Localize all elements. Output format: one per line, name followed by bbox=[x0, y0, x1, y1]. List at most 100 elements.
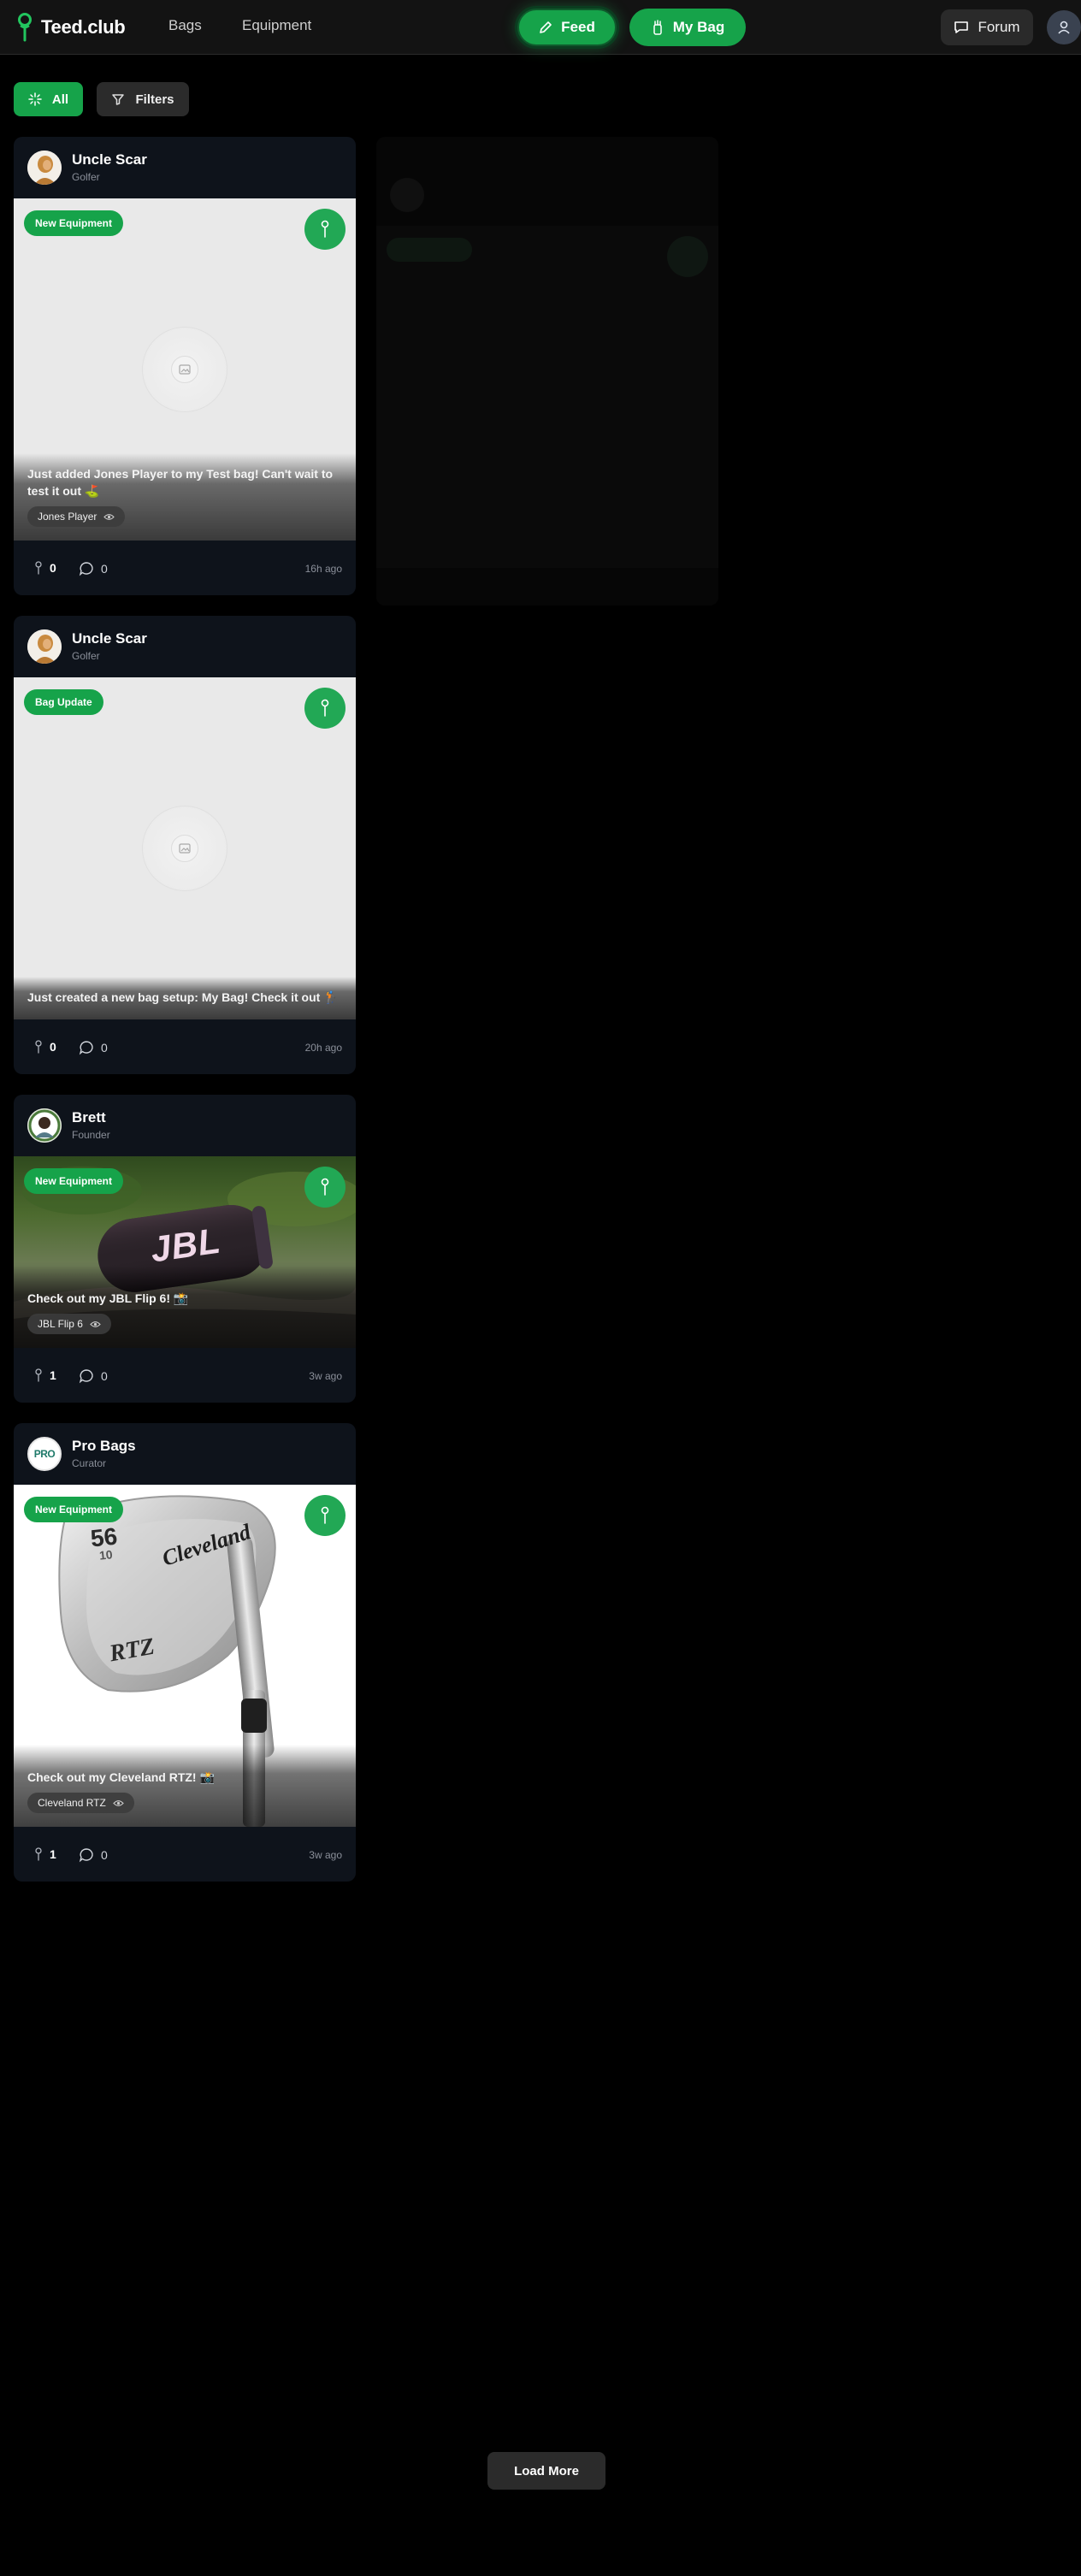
equipment-tag[interactable]: Cleveland RTZ bbox=[27, 1793, 134, 1813]
post-caption: Check out my Cleveland RTZ! 📸 bbox=[27, 1770, 215, 1784]
feed-post-card[interactable]: PRO Pro Bags Curator 56 10 Cleveland RTZ… bbox=[14, 1423, 356, 1882]
equipment-tag[interactable]: JBL Flip 6 bbox=[27, 1314, 111, 1334]
sparkle-icon bbox=[28, 92, 42, 106]
post-media[interactable]: New Equipment Just added Jones Player to… bbox=[14, 198, 356, 541]
equipment-tag-label: Cleveland RTZ bbox=[38, 1797, 106, 1809]
post-caption: Check out my JBL Flip 6! 📸 bbox=[27, 1291, 189, 1305]
post-footer: 0 0 16h ago bbox=[14, 541, 356, 595]
comment-count[interactable]: 0 bbox=[79, 561, 108, 576]
comment-icon bbox=[79, 1848, 93, 1863]
feed-post-card[interactable]: Brett Founder JBL New Equipment Check ou… bbox=[14, 1095, 356, 1403]
golf-tee-icon bbox=[35, 561, 42, 575]
equipment-tag-label: Jones Player bbox=[38, 511, 97, 523]
post-type-badge: New Equipment bbox=[24, 210, 124, 236]
avatar[interactable] bbox=[27, 629, 62, 664]
post-timestamp: 3w ago bbox=[309, 1849, 342, 1861]
post-caption-overlay: Just added Jones Player to my Test bag! … bbox=[14, 453, 356, 541]
post-username[interactable]: Brett bbox=[72, 1109, 106, 1126]
feed-post-card[interactable]: Uncle Scar Golfer Bag Update Just create… bbox=[14, 616, 356, 1074]
post-media[interactable]: 56 10 Cleveland RTZ New Equipment Check … bbox=[14, 1485, 356, 1827]
comment-icon bbox=[79, 1041, 93, 1055]
logo-text: Teed.club bbox=[41, 16, 126, 38]
post-timestamp: 16h ago bbox=[304, 563, 342, 575]
tee-count-value: 1 bbox=[50, 1368, 56, 1382]
post-caption: Just added Jones Player to my Test bag! … bbox=[27, 467, 334, 498]
post-type-badge: New Equipment bbox=[24, 1168, 124, 1194]
post-caption-overlay: Check out my Cleveland RTZ! 📸 Cleveland … bbox=[14, 1745, 356, 1827]
tee-count[interactable]: 0 bbox=[34, 561, 56, 575]
tee-count-value: 1 bbox=[50, 1847, 56, 1861]
feed-button-label: Feed bbox=[561, 19, 595, 35]
comment-icon bbox=[79, 562, 93, 576]
tee-count[interactable]: 0 bbox=[34, 1040, 56, 1054]
comment-count-value: 0 bbox=[101, 562, 108, 576]
equipment-tag[interactable]: Jones Player bbox=[27, 506, 126, 527]
tee-it-button[interactable] bbox=[304, 209, 346, 250]
post-media[interactable]: JBL New Equipment Check out my JBL Flip … bbox=[14, 1156, 356, 1348]
comment-icon bbox=[79, 1369, 93, 1384]
my-bag-button-label: My Bag bbox=[672, 19, 725, 35]
filter-all-button[interactable]: All bbox=[14, 82, 83, 116]
load-more-button[interactable]: Load More bbox=[487, 2452, 605, 2490]
golf-tee-icon bbox=[35, 1040, 42, 1054]
eye-icon bbox=[90, 1320, 101, 1327]
post-header: Uncle Scar Golfer bbox=[14, 616, 356, 677]
golf-bag-icon bbox=[653, 20, 662, 35]
eye-icon bbox=[113, 1799, 124, 1806]
top-nav-bar: Teed.club Bags Equipment Feed My Bag For… bbox=[0, 0, 1081, 55]
post-header: Uncle Scar Golfer bbox=[14, 137, 356, 198]
tee-it-button[interactable] bbox=[304, 688, 346, 729]
comment-count[interactable]: 0 bbox=[79, 1847, 108, 1863]
golf-tee-icon bbox=[321, 1506, 329, 1524]
logo[interactable]: Teed.club bbox=[17, 12, 126, 43]
forum-button[interactable]: Forum bbox=[941, 9, 1033, 45]
nav-link-equipment[interactable]: Equipment bbox=[242, 17, 311, 34]
filter-all-label: All bbox=[51, 92, 69, 107]
post-caption: Just created a new bag setup: My Bag! Ch… bbox=[27, 990, 339, 1004]
post-user-role: Golfer bbox=[72, 650, 100, 662]
profile-avatar-button[interactable] bbox=[1047, 10, 1081, 44]
comment-count[interactable]: 0 bbox=[79, 1368, 108, 1384]
image-placeholder bbox=[14, 677, 356, 1019]
avatar[interactable]: PRO bbox=[27, 1437, 62, 1471]
eye-icon bbox=[103, 513, 115, 520]
post-type-badge: Bag Update bbox=[24, 689, 103, 715]
comment-count-value: 0 bbox=[101, 1041, 108, 1055]
post-timestamp: 20h ago bbox=[304, 1042, 342, 1054]
golf-tee-icon bbox=[321, 220, 329, 238]
comment-count-value: 0 bbox=[101, 1369, 108, 1383]
avatar-text: PRO bbox=[33, 1448, 56, 1460]
post-user-role: Golfer bbox=[72, 171, 100, 183]
image-placeholder-icon bbox=[179, 364, 191, 375]
post-footer: 0 0 20h ago bbox=[14, 1019, 356, 1074]
post-caption-overlay: Just created a new bag setup: My Bag! Ch… bbox=[14, 977, 356, 1019]
avatar[interactable] bbox=[27, 151, 62, 185]
tee-it-button[interactable] bbox=[304, 1167, 346, 1208]
my-bag-button[interactable]: My Bag bbox=[629, 9, 746, 46]
tee-count-value: 0 bbox=[50, 1040, 56, 1054]
post-media[interactable]: Bag Update Just created a new bag setup:… bbox=[14, 677, 356, 1019]
post-footer: 1 0 3w ago bbox=[14, 1348, 356, 1403]
feed-button[interactable]: Feed bbox=[517, 9, 617, 46]
product-bounce-text: 10 bbox=[98, 1547, 114, 1563]
post-caption-overlay: Check out my JBL Flip 6! 📸 JBL Flip 6 bbox=[14, 1266, 356, 1348]
golf-tee-icon bbox=[321, 1178, 329, 1196]
golf-tee-icon bbox=[35, 1847, 42, 1861]
avatar[interactable] bbox=[27, 1108, 62, 1143]
tee-count[interactable]: 1 bbox=[34, 1847, 56, 1861]
comment-count[interactable]: 0 bbox=[79, 1040, 108, 1055]
feed-post-card[interactable]: Uncle Scar Golfer New Equipment Just add… bbox=[14, 137, 356, 595]
post-username[interactable]: Uncle Scar bbox=[72, 630, 147, 647]
forum-button-label: Forum bbox=[978, 19, 1020, 35]
tee-count-value: 0 bbox=[50, 561, 56, 575]
post-user-role: Curator bbox=[72, 1457, 107, 1469]
tee-it-button[interactable] bbox=[304, 1495, 346, 1536]
tee-count[interactable]: 1 bbox=[34, 1368, 56, 1382]
nav-link-bags[interactable]: Bags bbox=[168, 17, 202, 34]
filters-button[interactable]: Filters bbox=[97, 82, 189, 116]
filters-label: Filters bbox=[135, 92, 174, 107]
comment-count-value: 0 bbox=[101, 1848, 108, 1862]
post-username[interactable]: Uncle Scar bbox=[72, 151, 147, 168]
post-username[interactable]: Pro Bags bbox=[72, 1438, 136, 1455]
pencil-icon bbox=[540, 21, 552, 33]
